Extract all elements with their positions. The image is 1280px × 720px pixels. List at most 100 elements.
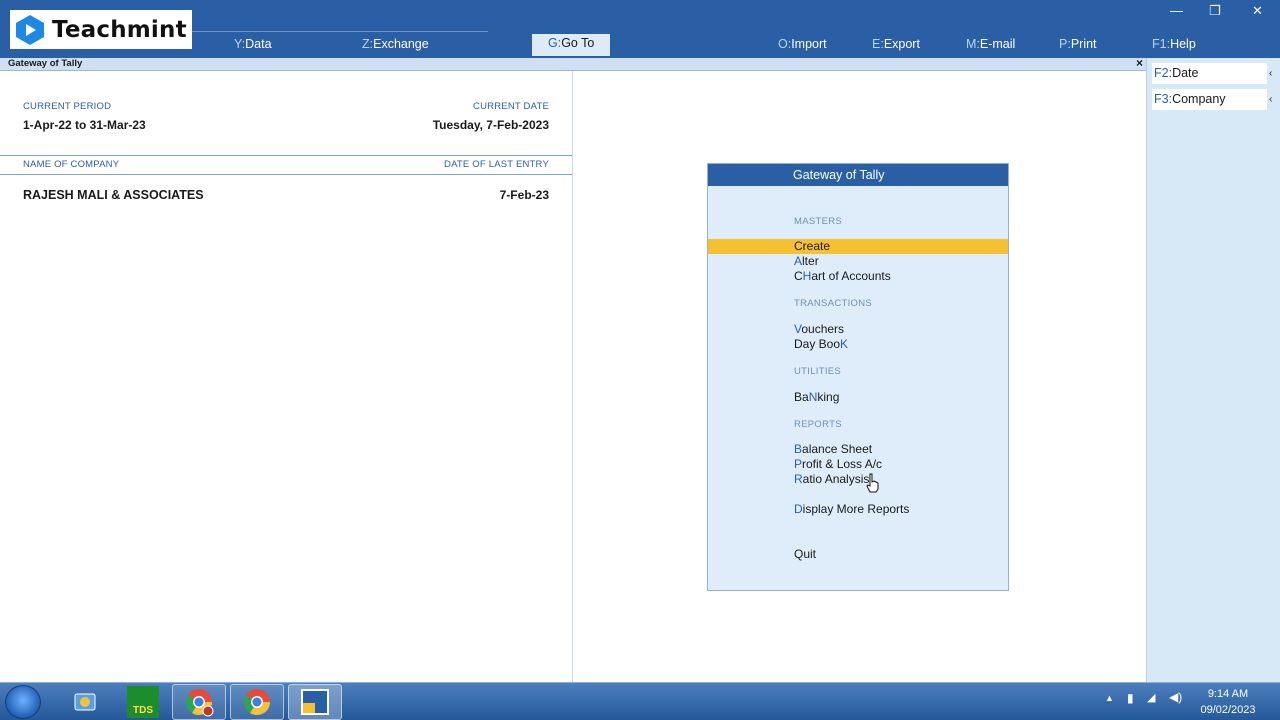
menu-item-balance-sheet[interactable]: Balance Sheet [794,442,872,456]
item-text: Create [794,239,831,253]
menu-label: Exchange [373,37,429,51]
item-hotkey: K [840,337,849,351]
last-entry-date: 7-Feb-23 [499,188,549,202]
gateway-title: Gateway of Tally [708,164,1008,186]
item-text: king [817,390,840,404]
volume-icon[interactable]: ◀) [1169,690,1182,704]
taskbar-app-chrome-profile[interactable] [172,684,226,720]
menu-label: Data [245,37,272,51]
menu-data[interactable]: Y:Data [234,37,272,51]
taskbar-app-saral-tds[interactable]: TDS [116,684,170,720]
chevron-left-icon[interactable]: ‹ [1269,94,1272,105]
menu-key: M: [966,37,980,51]
section-transactions: TRANSACTIONS [794,298,873,309]
button-label: Date [1172,66,1199,80]
taskbar-app-chrome[interactable] [230,684,284,720]
taskbar-app-tally[interactable] [288,684,342,720]
section-reports: REPORTS [794,419,842,430]
close-screen-icon[interactable]: × [1136,56,1143,70]
menu-label: Help [1170,37,1196,51]
gateway-menu: Gateway of Tally MASTERS Create Alter CH… [707,163,1009,591]
internet-explorer-icon [74,693,96,711]
menu-key: P: [1059,37,1071,51]
menu-item-chart-of-accounts[interactable]: CHart of Accounts [794,269,891,283]
menu-item-alter[interactable]: Alter [794,254,819,268]
menu-key: F1: [1152,37,1171,51]
item-text: Day Boo [794,337,841,351]
current-period-label: CURRENT PERIOD [23,101,112,112]
start-button-icon[interactable] [5,685,41,719]
menu-export[interactable]: E:Export [872,37,920,51]
menu-print[interactable]: P:Print [1059,37,1097,51]
menu-item-profit-loss[interactable]: Profit & Loss A/c [794,457,882,471]
menu-key: Y: [234,37,246,51]
battery-icon[interactable]: ▮ [1127,691,1134,705]
menu-help[interactable]: F1:Help [1152,37,1196,51]
menu-item-banking[interactable]: BaNking [794,390,839,404]
item-text: C [794,269,803,283]
menu-item-day-book[interactable]: Day BooK [794,337,848,351]
menu-label: Export [883,37,920,51]
tally-icon [301,689,329,715]
menu-exchange[interactable]: Z:Exchange [362,37,429,51]
menu-key: Z: [362,37,374,51]
button-key: F3: [1154,92,1173,106]
selection-highlight [708,239,1008,254]
menu-label: E-mail [979,37,1016,51]
menu-key: O: [778,37,792,51]
item-text: rofit & Loss A/c [802,457,883,471]
minimize-icon[interactable]: — [1170,3,1183,18]
menu-item-quit[interactable]: Quit [794,547,816,561]
menu-email[interactable]: M:E-mail [966,37,1015,51]
menu-key: G: [548,36,562,50]
item-text: alance Sheet [802,442,873,456]
company-name[interactable]: RAJESH MALI & ASSOCIATES [23,188,204,202]
tray-expand-icon[interactable]: ▲ [1105,693,1114,703]
item-text: lter [802,254,819,268]
chevron-left-icon[interactable]: ‹ [1269,68,1272,79]
taskbar-app-internet-explorer[interactable] [58,684,112,720]
teachmint-logo-text: Teachmint [52,16,187,43]
menu-key: E: [872,37,884,51]
clock-time[interactable]: 9:14 AM [1193,688,1263,700]
saral-tds-text: TDS [133,705,153,716]
item-text: art of Accounts [811,269,891,283]
teachmint-logo: Teachmint [10,10,192,49]
current-date-value: Tuesday, 7-Feb-2023 [432,118,549,132]
menu-divider [192,31,488,32]
menu-goto[interactable]: G:Go To [532,34,611,56]
menu-item-ratio-analysis[interactable]: Ratio Analysis [794,472,869,486]
chrome-icon [185,689,214,717]
menu-label: Print [1070,37,1097,51]
item-text: atio Analysis [802,472,870,486]
item-text: Ba [794,390,809,404]
item-text: isplay More Reports [802,502,910,516]
divider [0,155,572,156]
panel-divider [572,71,573,682]
screen-title: Gateway of Tally [8,58,83,69]
menu-item-vouchers[interactable]: Vouchers [794,322,844,336]
menu-item-display-more-reports[interactable]: Display More Reports [794,502,909,516]
menu-import[interactable]: O:Import [778,37,827,51]
date-button[interactable]: F2:Date [1152,63,1267,84]
screen-title-bar: Gateway of Tally × [0,56,1146,71]
divider [0,174,572,175]
windows-taskbar: TDS ▲ ▮ ◢ ◀) 9:14 AM 09/02/2023 [0,682,1280,720]
hand-cursor-icon [866,473,879,493]
network-icon[interactable]: ◢ [1147,691,1155,704]
company-name-label: NAME OF COMPANY [23,159,120,170]
chrome-icon [243,689,271,716]
restore-icon[interactable]: ❐ [1209,3,1221,19]
saral-tds-icon: TDS [127,686,159,718]
clock-date[interactable]: 09/02/2023 [1193,704,1263,716]
menu-label: Import [791,37,827,51]
item-hotkey: B [794,442,803,456]
menu-item-create[interactable]: Create [794,239,830,253]
button-label: Company [1172,92,1226,106]
close-window-icon[interactable]: ✕ [1252,3,1263,19]
current-period-value: 1-Apr-22 to 31-Mar-23 [23,118,146,132]
company-button[interactable]: F3:Company [1152,89,1267,110]
button-key: F2: [1154,66,1173,80]
top-menu-bar: Teachmint Y:Data Z:Exchange G:Go To O:Im… [0,0,1280,58]
current-date-label: CURRENT DATE [473,101,549,112]
